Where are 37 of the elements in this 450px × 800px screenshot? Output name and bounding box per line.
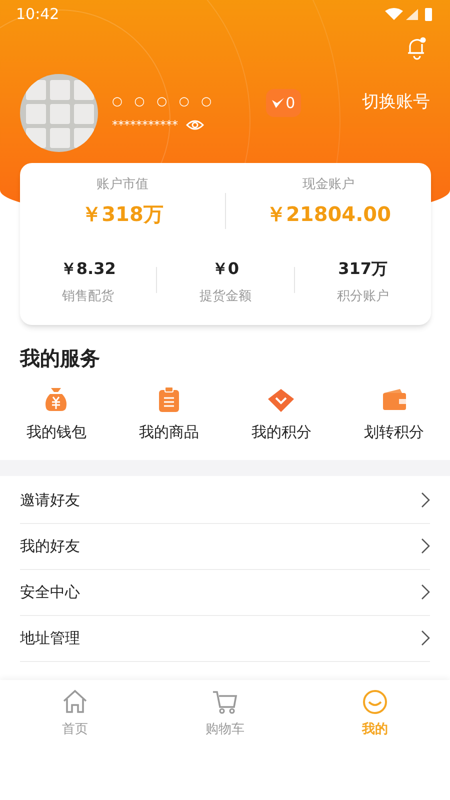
balance-value: ￥318万 bbox=[82, 200, 164, 228]
menu-label: 地址管理 bbox=[20, 628, 80, 649]
eye-icon[interactable] bbox=[186, 119, 204, 131]
chevron-right-icon bbox=[421, 630, 430, 646]
status-time: 10:42 bbox=[16, 4, 60, 25]
menu-label: 邀请好友 bbox=[20, 490, 80, 511]
home-icon bbox=[61, 688, 89, 716]
account-label: 积分账户 bbox=[336, 288, 389, 306]
balance-value: ￥21804.00 bbox=[266, 200, 391, 228]
account-value: ￥8.32 bbox=[60, 258, 116, 280]
notification-bell-icon[interactable] bbox=[406, 36, 428, 60]
menu-row[interactable]: 地址管理 bbox=[20, 616, 430, 662]
status-icons bbox=[384, 6, 434, 22]
menu-row[interactable]: 我的好友 bbox=[20, 524, 430, 570]
balance-label: 账户市值 bbox=[96, 176, 148, 194]
account-value: ￥0 bbox=[212, 258, 240, 280]
smiley-icon bbox=[361, 688, 389, 716]
service-label[interactable]: 划转积分 bbox=[364, 421, 424, 444]
menu-row[interactable]: 安全中心 bbox=[20, 570, 430, 616]
account-label: 销售配货 bbox=[62, 288, 114, 306]
nickname: ○ ○ ○ ○ ○ bbox=[112, 93, 216, 110]
menu-label: 安全中心 bbox=[20, 582, 80, 603]
account-number: *********** bbox=[112, 117, 178, 134]
chevron-right-icon bbox=[421, 538, 430, 554]
account-label: 提货金额 bbox=[199, 288, 252, 306]
service-label[interactable]: 我的商品 bbox=[138, 421, 199, 444]
service-label[interactable]: 我的钱包 bbox=[26, 421, 86, 444]
menu-row[interactable]: 邀请好友 bbox=[20, 478, 430, 524]
account-value: 317万 bbox=[338, 258, 388, 280]
service-label[interactable]: 我的积分 bbox=[251, 421, 312, 444]
section-title: 我的服务 bbox=[18, 345, 101, 372]
balance-label: 现金账户 bbox=[302, 176, 354, 194]
checkmark-icon bbox=[272, 97, 284, 109]
chevron-right-icon bbox=[421, 492, 430, 508]
cart-icon bbox=[211, 688, 239, 716]
menu-label: 我的好友 bbox=[20, 536, 80, 557]
chevron-right-icon bbox=[421, 584, 430, 600]
